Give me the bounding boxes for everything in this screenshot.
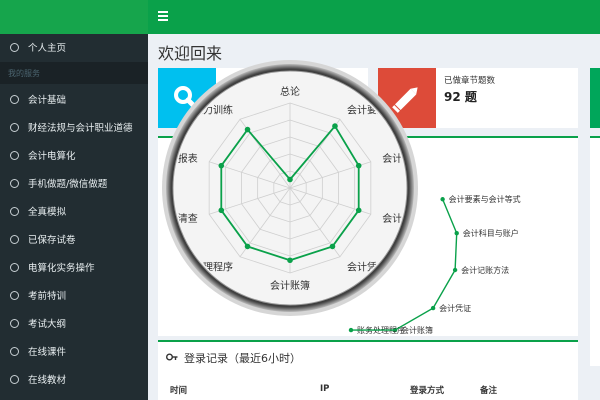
radar-data-point xyxy=(355,207,362,214)
navbar-main xyxy=(148,0,600,34)
col-header-login-method: 登录方式 xyxy=(410,386,445,396)
circle-icon xyxy=(10,291,19,300)
sidebar-item-accounting-basics[interactable]: 会计基础 xyxy=(0,86,148,114)
circle-icon xyxy=(10,319,19,328)
circle-icon xyxy=(10,375,19,384)
sidebar-item-saved-papers[interactable]: 已保存试卷 xyxy=(0,226,148,254)
bg-radar-axis-label: 会计账簿 xyxy=(401,325,433,335)
radar-data-point xyxy=(332,123,338,129)
circle-icon xyxy=(10,263,19,272)
radar-data-point xyxy=(244,243,251,250)
bg-radar-axis-label: 会计要素与会计等式 xyxy=(449,194,521,204)
tile-label: 已做章节题数 xyxy=(444,76,496,86)
navbar-logo-area xyxy=(0,0,148,34)
circle-icon xyxy=(10,151,19,160)
sidebar-item-mock-exam[interactable]: 全真模拟 xyxy=(0,198,148,226)
sidebar-item-mobile-practice[interactable]: 手机做题/微信做题 xyxy=(0,170,148,198)
hamburger-icon[interactable] xyxy=(158,11,168,21)
sidebar-item-practical-ops[interactable]: 电算化实务操作 xyxy=(0,254,148,282)
sidebar-item-label: 在线教材 xyxy=(28,375,67,386)
sidebar-item-label: 会计电算化 xyxy=(28,151,76,162)
sidebar-item-label: 电算化实务操作 xyxy=(28,263,95,274)
sidebar-item-label: 全真模拟 xyxy=(28,207,67,218)
side-panel-partial xyxy=(590,136,600,366)
sidebar: 个人主页 我的服务 会计基础 财经法规与会计职业道德 会计电算化 手机做题/微信… xyxy=(0,34,148,400)
radar-data-point xyxy=(218,207,225,214)
bg-radar-axis-label: 会计凭证 xyxy=(439,303,471,313)
radar-data-point xyxy=(244,126,251,133)
sidebar-item-computerization[interactable]: 会计电算化 xyxy=(0,142,148,170)
stat-tile-partial xyxy=(590,68,600,128)
circle-icon xyxy=(10,179,19,188)
top-navbar xyxy=(0,0,600,34)
sidebar-item-label: 已保存试卷 xyxy=(28,235,76,246)
sidebar-item-textbooks[interactable]: 在线教材 xyxy=(0,366,148,394)
col-header-time: 时间 xyxy=(170,386,188,396)
bg-radar-axis-label: 会计科目与账户 xyxy=(463,228,519,238)
circle-icon xyxy=(10,95,19,104)
sidebar-item-label: 会计基础 xyxy=(28,95,67,106)
sidebar-item-regulations[interactable]: 财经法规与会计职业道德 xyxy=(0,114,148,142)
magnifier-lens: 总论会计要素会计科会计记会计凭会计账簿账务处理程序财产清查财务报表计能力训练 xyxy=(160,58,420,318)
sidebar-item-label: 个人主页 xyxy=(28,43,67,54)
login-records-title: 登录记录（最近6小时） xyxy=(166,350,301,366)
radar-data-point xyxy=(218,162,225,169)
sidebar-item-label: 考前特训 xyxy=(28,291,67,302)
login-records-label: 登录记录（最近6小时） xyxy=(184,352,301,365)
circle-icon xyxy=(10,347,19,356)
col-header-remark: 备注 xyxy=(480,386,498,396)
sidebar-item-label: 财经法规与会计职业道德 xyxy=(28,123,133,134)
radar-axis-label: 会计账簿 xyxy=(270,279,310,292)
key-icon xyxy=(166,352,178,365)
radar-data-point xyxy=(329,243,336,250)
radar-data-point xyxy=(287,257,293,264)
sidebar-item-courseware[interactable]: 在线课件 xyxy=(0,338,148,366)
circle-icon xyxy=(10,43,19,52)
circle-icon xyxy=(10,123,19,132)
sidebar-item-label: 手机做题/微信做题 xyxy=(28,179,108,190)
tile-value: 92 题 xyxy=(444,90,477,104)
sidebar-item-label: 在线课件 xyxy=(28,347,67,358)
bg-radar-axis-label: 会计记账方法 xyxy=(461,265,509,275)
sidebar-item-pre-exam[interactable]: 考前特训 xyxy=(0,282,148,310)
radar-data-point xyxy=(287,176,293,183)
login-records-box: 登录记录（最近6小时） 时间 IP 登录方式 备注 xyxy=(158,340,578,400)
sidebar-item-label: 考试大纲 xyxy=(28,319,67,330)
magnified-radar-chart: 总论会计要素会计科会计记会计凭会计账簿账务处理程序财产清查财务报表计能力训练 xyxy=(162,60,418,316)
circle-icon xyxy=(10,207,19,216)
col-header-ip: IP xyxy=(320,384,330,394)
sidebar-item-syllabus[interactable]: 考试大纲 xyxy=(0,310,148,338)
sidebar-item-home[interactable]: 个人主页 xyxy=(0,34,148,62)
sidebar-section-label: 我的服务 xyxy=(8,69,40,78)
circle-icon xyxy=(10,235,19,244)
radar-data-point xyxy=(355,162,362,169)
radar-axis-label: 总论 xyxy=(280,85,300,98)
sidebar-section-header: 我的服务 xyxy=(0,62,148,84)
